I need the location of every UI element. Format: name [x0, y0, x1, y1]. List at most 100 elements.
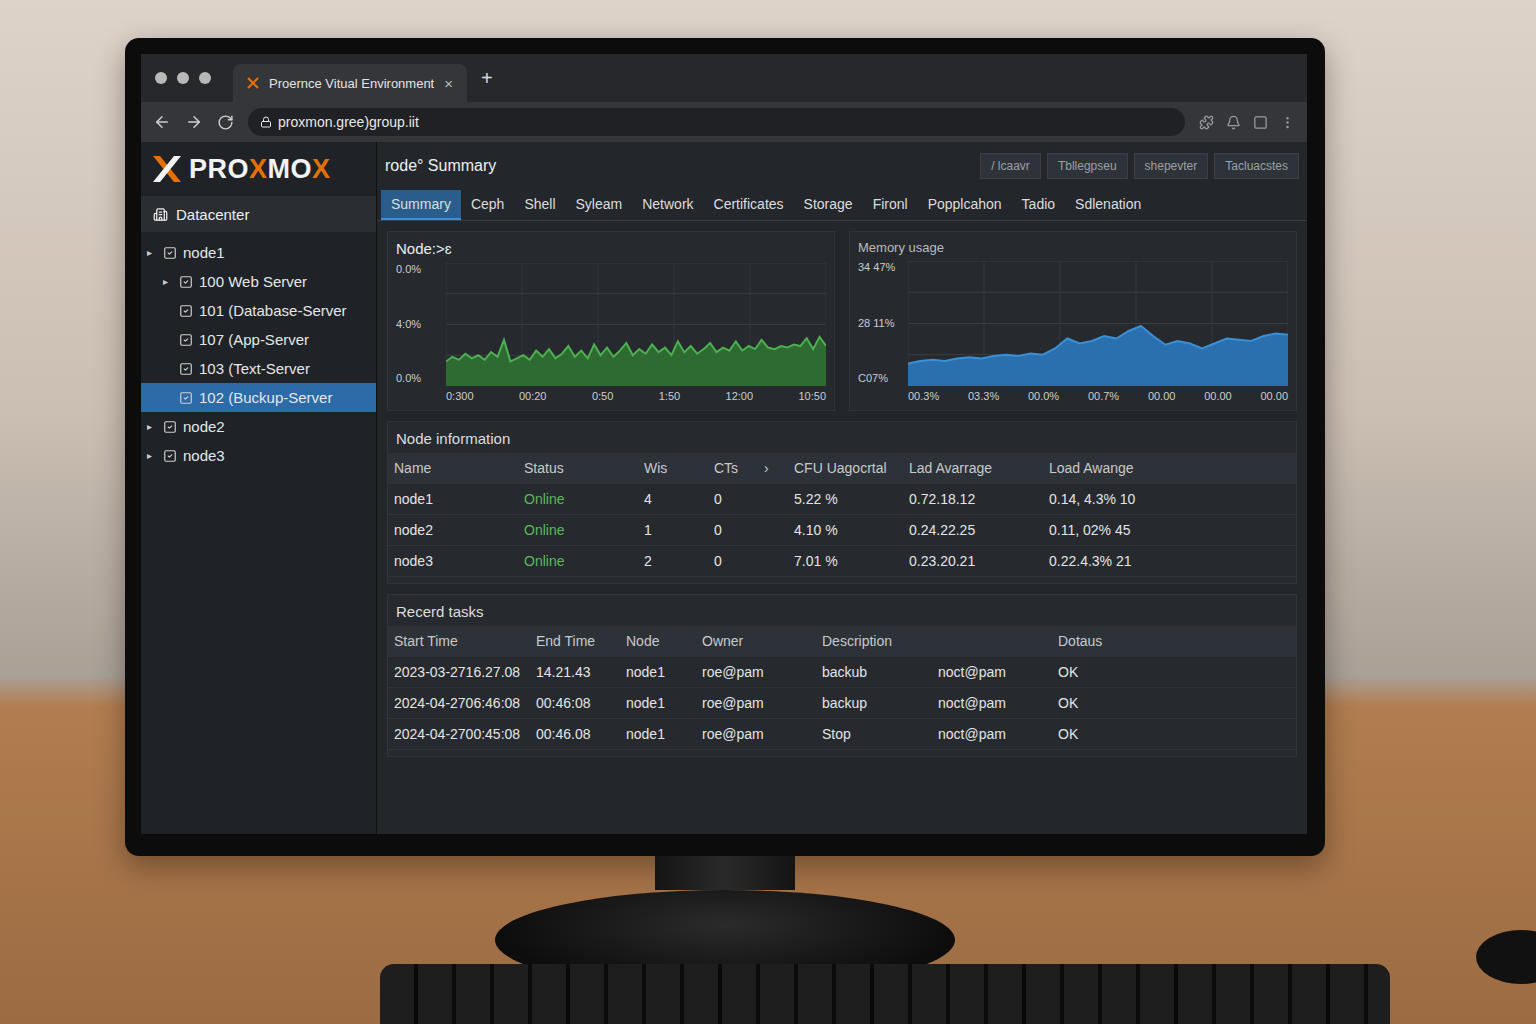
tab[interactable]: Shell [514, 190, 565, 220]
table-cell: backub [816, 664, 932, 680]
column-header[interactable]: Dotaus [1052, 633, 1296, 649]
tab[interactable]: Ceph [461, 190, 514, 220]
back-arrow-icon[interactable] [153, 113, 171, 131]
tree-item[interactable]: 103 (Text-Server [141, 354, 376, 383]
expand-arrow[interactable]: ▸ [147, 247, 157, 258]
browser-tab[interactable]: Proernce Vitual Environment× [233, 64, 467, 102]
window-icon[interactable] [1253, 115, 1268, 130]
tree-item[interactable]: ▸node2 [141, 412, 376, 441]
new-tab-button[interactable]: + [481, 67, 493, 90]
column-header[interactable]: Node [620, 633, 696, 649]
chart-title: Memory usage [858, 240, 1288, 255]
column-header[interactable]: Lad Avarrage [903, 460, 1043, 476]
table-row[interactable]: 2024-04-2700:45:0800:46.08node1roe@pamSt… [388, 719, 1296, 750]
column-header[interactable]: Start Time [388, 633, 530, 649]
column-header[interactable]: Owner [696, 633, 816, 649]
column-header[interactable]: Name [388, 460, 518, 476]
table-cell: noct@pam [932, 726, 1052, 742]
browser-tab-strip: Proernce Vitual Environment× + [141, 54, 1307, 102]
table-cell: 0.72.18.12 [903, 491, 1043, 507]
tab[interactable]: Fironl [863, 190, 918, 220]
table-cell: 2024-04-2706:46:08 [388, 695, 530, 711]
column-header[interactable]: › [758, 460, 788, 476]
window-dot[interactable] [177, 72, 189, 84]
menu-dots-icon[interactable] [1280, 115, 1295, 130]
vm-icon [179, 391, 193, 405]
screen: Proernce Vitual Environment× + proxmon.gre… [141, 54, 1307, 834]
column-header[interactable]: Load Awange [1043, 460, 1296, 476]
table-cell: Stop [816, 726, 932, 742]
column-header[interactable]: CTs [708, 460, 758, 476]
table-row[interactable]: node1Online405.22 %0.72.18.120.14, 4.3% … [388, 484, 1296, 515]
table-cell: node1 [620, 695, 696, 711]
extension-icon[interactable] [1199, 115, 1214, 130]
column-header[interactable]: Wis [638, 460, 708, 476]
logo-text: PROXMOX [189, 154, 331, 185]
tree-item[interactable]: ▸node1 [141, 238, 376, 267]
x-axis: 00.3%03.3%00.0%00.7%00.0000.0000.00 [908, 390, 1288, 402]
tree-item[interactable]: 102 (Buckup-Server [141, 383, 376, 412]
window-dot[interactable] [199, 72, 211, 84]
tab[interactable]: Summary [381, 190, 461, 220]
expand-arrow[interactable]: ▸ [163, 276, 173, 287]
column-header[interactable]: Status [518, 460, 638, 476]
toolbar-button[interactable]: Tbllegpseu [1047, 153, 1128, 179]
table-cell: Online [518, 522, 638, 538]
tab[interactable]: Syleam [566, 190, 633, 220]
x-axis: 0:30000:200:501:5012:0010:50 [446, 390, 826, 402]
table-row[interactable]: node3Online207.01 %0.23.20.210.22.4.3% 2… [388, 546, 1296, 577]
tab[interactable]: Network [632, 190, 703, 220]
bell-icon[interactable] [1226, 115, 1241, 130]
table-cell: OK [1052, 726, 1296, 742]
tab[interactable]: Popplcahon [918, 190, 1012, 220]
tab[interactable]: Tadio [1012, 190, 1065, 220]
table-cell: node3 [388, 553, 518, 569]
table-cell: 5.22 % [788, 491, 903, 507]
table-cell: 00:46:08 [530, 695, 620, 711]
tab[interactable]: Storage [794, 190, 863, 220]
table-row[interactable]: 2023-03-2716.27.0814.21.43node1roe@pamba… [388, 657, 1296, 688]
window-dot[interactable] [155, 72, 167, 84]
table-row[interactable]: node2Online104.10 %0.24.22.250.11, 02% 4… [388, 515, 1296, 546]
panel-title: rode° Summary [385, 157, 496, 175]
table-cell: OK [1052, 695, 1296, 711]
tab[interactable]: Sdlenation [1065, 190, 1151, 220]
toolbar-button[interactable]: / lcaavr [980, 153, 1041, 179]
tab-close-button[interactable]: × [444, 75, 453, 92]
table-cell: 0.24.22.25 [903, 522, 1043, 538]
sidebar: PROXMOXDatacenter▸node1▸100 Web Server10… [141, 142, 377, 834]
table-cell: roe@pam [696, 664, 816, 680]
logo: PROXMOX [141, 142, 376, 196]
table-row[interactable]: 2024-04-2706:46:0800:46:08node1roe@pamba… [388, 688, 1296, 719]
toolbar-button[interactable]: shepevter [1134, 153, 1209, 179]
reload-icon[interactable] [217, 114, 234, 131]
table-cell: 0.22.4.3% 21 [1043, 553, 1296, 569]
tree-item[interactable]: ▸100 Web Server [141, 267, 376, 296]
table-cell: 2 [638, 553, 708, 569]
cpu-line-chart [446, 263, 826, 386]
memory-chart-panel: Memory usage34 47%28 11%C07%00.3%03.3%00… [849, 231, 1297, 411]
toolbar-button[interactable]: Tacluacstes [1214, 153, 1299, 179]
vm-icon [179, 275, 193, 289]
datacenter-item[interactable]: Datacenter [141, 196, 376, 232]
tab[interactable]: Certificates [704, 190, 794, 220]
table-cell: backup [816, 695, 932, 711]
table-cell: 0.14, 4.3% 10 [1043, 491, 1296, 507]
column-header[interactable]: CFU Uagocrtal [788, 460, 903, 476]
expand-arrow[interactable]: ▸ [147, 421, 157, 432]
forward-arrow-icon[interactable] [185, 113, 203, 131]
column-header[interactable]: Description [816, 633, 932, 649]
table-cell: 0 [708, 491, 758, 507]
url-field[interactable]: proxmon.gree)group.iit [248, 108, 1185, 136]
tree-item[interactable]: ▸node3 [141, 441, 376, 470]
cpu-chart-panel: Node:>ɛ0.0%4:0%0.0%0:30000:200:501:5012:… [387, 231, 835, 411]
table-header: NameStatusWisCTs›CFU UagocrtalLad Avarra… [388, 453, 1296, 484]
expand-arrow[interactable]: ▸ [147, 450, 157, 461]
proxmox-app: PROXMOXDatacenter▸node1▸100 Web Server10… [141, 142, 1307, 834]
column-header[interactable]: End Time [530, 633, 620, 649]
node-icon [163, 246, 177, 260]
tree-item[interactable]: 107 (App-Server [141, 325, 376, 354]
table-cell: node1 [388, 491, 518, 507]
memory-area-chart [908, 261, 1288, 386]
tree-item[interactable]: 101 (Database-Server [141, 296, 376, 325]
